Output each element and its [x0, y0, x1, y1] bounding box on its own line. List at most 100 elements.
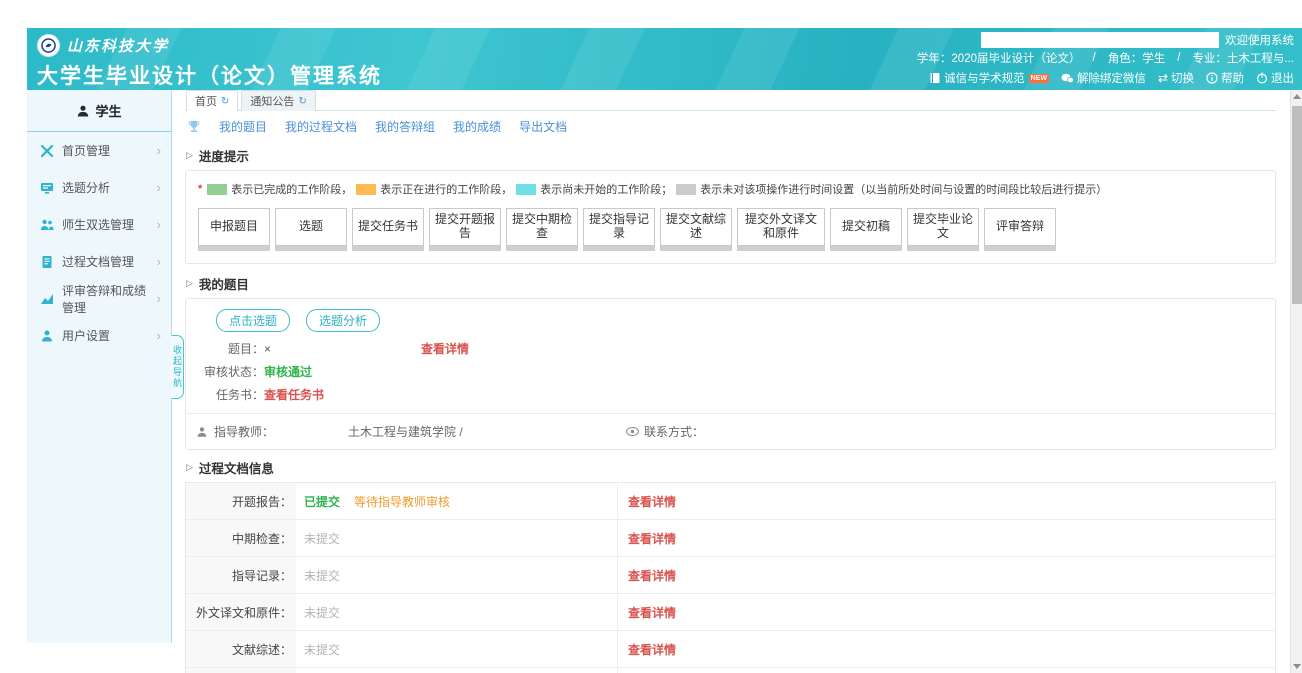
table-row-proposal-report: 开题报告： 已提交 等待指导教师审核 查看详情 [186, 483, 1275, 520]
analysis-icon [40, 181, 54, 195]
table-row-literature-review: 文献综述： 未提交 查看详情 [186, 631, 1275, 668]
quicknav-my-defense-group[interactable]: 我的答辩组 [375, 118, 435, 135]
view-detail-link[interactable]: 查看详情 [628, 567, 676, 584]
welcome-text: 欢迎使用系统 [1225, 32, 1294, 48]
power-icon [1256, 72, 1268, 84]
stage-status-strip [429, 246, 501, 251]
status-submitted: 已提交 [304, 493, 340, 510]
process-docs-table: 开题报告： 已提交 等待指导教师审核 查看详情 中期检查： 未提交 查看详情 指… [185, 482, 1276, 673]
separator: / [1177, 52, 1180, 64]
legend-swatch-notstarted [516, 184, 536, 195]
help-link[interactable]: 帮助 [1206, 70, 1244, 86]
stage-status-strip [583, 246, 655, 251]
people-icon [40, 218, 54, 232]
stage-status-strip [275, 246, 347, 251]
progress-box: * 表示已完成的工作阶段， 表示正在进行的工作阶段， 表示尚未开始的工作阶段； … [185, 170, 1276, 264]
page-container: 山东科技大学 大学生毕业设计（论文）管理系统 欢迎使用系统 学年：2020届毕业… [27, 28, 1302, 673]
chevron-right-icon: › [157, 143, 161, 158]
my-topic-section-title: 我的题目 [199, 274, 249, 293]
quicknav-my-grades[interactable]: 我的成绩 [453, 118, 501, 135]
my-topic-section-header: ▷ 我的题目 [186, 274, 1276, 293]
legend-star: * [198, 183, 202, 195]
university-logo [37, 34, 60, 57]
sidebar-item-review-grades[interactable]: 评审答辩和成绩管理 › [27, 280, 171, 317]
tab-home[interactable]: 首页 ↻ [186, 90, 238, 111]
status-not-submitted: 未提交 [304, 641, 340, 658]
scroll-down-arrow-icon[interactable] [1293, 664, 1301, 669]
legend-text: 表示正在进行的工作阶段， [380, 181, 512, 197]
table-row-first-draft: 初稿： 未提交 查看详情 [186, 668, 1275, 673]
integrity-link[interactable]: 诚信与学术规范 NEW [929, 70, 1049, 86]
refresh-icon[interactable]: ↻ [298, 96, 306, 107]
view-detail-link[interactable]: 查看详情 [628, 604, 676, 621]
progress-section-header: ▷ 进度提示 [186, 146, 1276, 165]
sidebar-item-mutual-selection[interactable]: 师生双选管理 › [27, 206, 171, 243]
main-area: 学生 首页管理 › 选题分析 › 师生双选管理 › [27, 90, 1302, 673]
tools-icon [40, 144, 54, 158]
chevron-right-icon: › [157, 254, 161, 269]
stage-status-strip [660, 246, 732, 251]
stage-status-strip [737, 246, 825, 251]
sidebar: 学生 首页管理 › 选题分析 › 师生双选管理 › [27, 90, 172, 673]
vertical-scrollbar[interactable] [1290, 90, 1302, 673]
progress-section-title: 进度提示 [199, 146, 249, 165]
process-docs-section-header: ▷ 过程文档信息 [186, 458, 1276, 477]
triangle-marker-icon: ▷ [186, 150, 193, 161]
eye-icon [626, 427, 639, 436]
university-name: 山东科技大学 [67, 35, 169, 56]
sidebar-item-home-management[interactable]: 首页管理 › [27, 132, 171, 169]
stage-task-book: 提交任务书 [352, 208, 424, 251]
audit-status-field: 审核状态： 审核通过 [186, 360, 1275, 383]
unbind-wechat-link[interactable]: 解除绑定微信 [1061, 70, 1146, 86]
stage-literature-review: 提交文献综述 [660, 208, 732, 251]
my-topic-box: 点击选题 选题分析 题目： × 查看详情 审核状态： 审核通过 任务书： 查看任… [185, 298, 1276, 450]
sidebar-item-user-settings[interactable]: 用户设置 › [27, 317, 171, 354]
stage-select-topic: 选题 [275, 208, 347, 251]
scrollbar-thumb[interactable] [1292, 106, 1302, 304]
chevron-right-icon: › [157, 291, 161, 306]
quicknav-export-docs[interactable]: 导出文档 [519, 118, 567, 135]
legend-swatch-notimeset [676, 184, 696, 195]
status-not-submitted: 未提交 [304, 604, 340, 621]
collapse-nav-handle[interactable]: 收起导航 [171, 335, 184, 399]
stage-status-strip [907, 246, 979, 251]
tab-notices[interactable]: 通知公告 ↻ [241, 90, 315, 111]
session-role: 角色：学生 [1108, 50, 1166, 66]
view-detail-link[interactable]: 查看详情 [628, 493, 676, 510]
logout-link[interactable]: 退出 [1256, 70, 1294, 86]
advisor-label: 指导教师： [214, 423, 274, 440]
topic-analysis-button[interactable]: 选题分析 [306, 309, 380, 332]
table-row-foreign-translation: 外文译文和原件： 未提交 查看详情 [186, 594, 1275, 631]
system-title: 大学生毕业设计（论文）管理系统 [37, 60, 382, 90]
topic-detail-link[interactable]: 查看详情 [421, 340, 469, 357]
view-task-book-link[interactable]: 查看任务书 [264, 386, 324, 403]
sidebar-item-topic-analysis[interactable]: 选题分析 › [27, 169, 171, 206]
stage-declare-topic: 申报题目 [198, 208, 270, 251]
stage-status-strip [830, 246, 902, 251]
switch-role-link[interactable]: ⇄ 切换 [1158, 70, 1194, 86]
wechat-icon [1061, 73, 1074, 84]
click-select-topic-button[interactable]: 点击选题 [216, 309, 290, 332]
stage-status-strip [984, 246, 1056, 251]
stage-proposal-report: 提交开题报告 [429, 208, 501, 251]
task-book-field: 任务书： 查看任务书 [186, 383, 1275, 406]
quicknav-my-topic[interactable]: 我的题目 [219, 118, 267, 135]
view-detail-link[interactable]: 查看详情 [628, 530, 676, 547]
sidebar-item-process-docs[interactable]: 过程文档管理 › [27, 243, 171, 280]
legend-swatch-completed [207, 184, 227, 195]
advisor-row: 指导教师： 土木工程与建筑学院 / 联系方式： [186, 413, 1275, 449]
new-badge: NEW [1029, 74, 1049, 83]
stage-review-defense: 评审答辩 [984, 208, 1056, 251]
legend-swatch-inprogress [356, 184, 376, 195]
audit-status-value: 审核通过 [264, 363, 312, 380]
view-detail-link[interactable]: 查看详情 [628, 641, 676, 658]
chevron-right-icon: › [157, 328, 161, 343]
branding: 山东科技大学 大学生毕业设计（论文）管理系统 [37, 34, 382, 90]
refresh-icon[interactable]: ↻ [221, 96, 229, 107]
scroll-up-arrow-icon[interactable] [1293, 94, 1301, 99]
trophy-icon [187, 120, 201, 134]
app-header: 山东科技大学 大学生毕业设计（论文）管理系统 欢迎使用系统 学年：2020届毕业… [27, 28, 1302, 90]
session-major: 专业：土木工程与... [1192, 50, 1294, 66]
quicknav-my-process-docs[interactable]: 我的过程文档 [285, 118, 357, 135]
progress-stages: 申报题目 选题 提交任务书 提交开题报告 提交中期检查 提交指导记录 提交文献综… [198, 208, 1263, 251]
